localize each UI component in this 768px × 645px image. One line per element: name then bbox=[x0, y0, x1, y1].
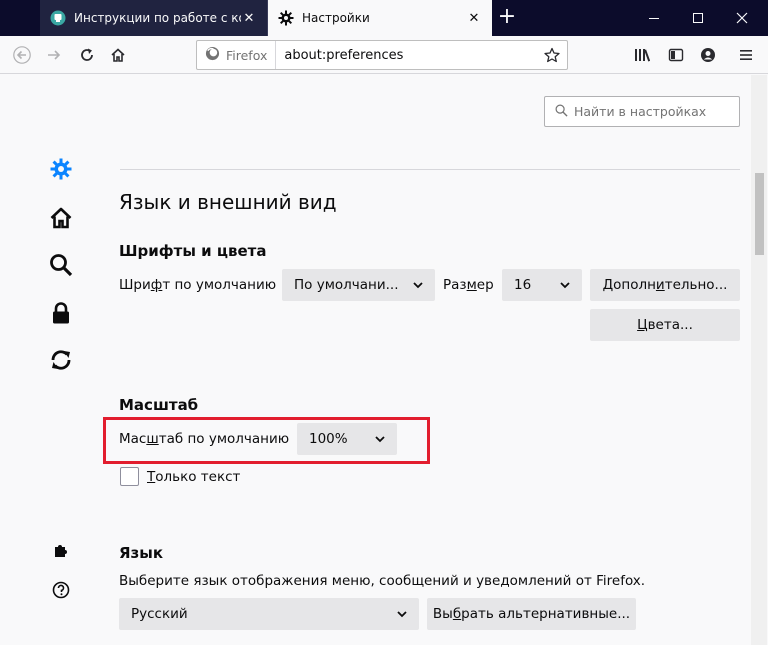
label-part: Мас bbox=[119, 431, 147, 447]
label-accel: ш bbox=[146, 431, 159, 447]
tab-instructions[interactable]: Инструкции по работе с комп ✕ bbox=[40, 0, 268, 36]
tab-close-icon[interactable]: ✕ bbox=[466, 10, 482, 26]
label-part: Шри bbox=[119, 277, 151, 293]
text-only-checkbox[interactable] bbox=[120, 467, 139, 486]
minimize-icon[interactable] bbox=[632, 0, 676, 36]
button-part: Дополн bbox=[602, 277, 656, 293]
magnifier-icon[interactable] bbox=[47, 251, 75, 279]
default-font-value: По умолчани... bbox=[294, 277, 399, 293]
default-font-select[interactable]: По умолчани... bbox=[282, 269, 435, 301]
label-part: таб по умолчанию bbox=[158, 431, 290, 447]
tab-title: Инструкции по работе с комп bbox=[74, 11, 241, 25]
button-accel: и bbox=[655, 277, 665, 293]
site-favicon-icon bbox=[50, 10, 66, 26]
gear-icon bbox=[278, 10, 294, 26]
font-size-value: 16 bbox=[514, 277, 532, 293]
gear-icon[interactable] bbox=[47, 155, 75, 183]
home-icon[interactable] bbox=[47, 204, 75, 232]
button-part: вета... bbox=[647, 317, 693, 333]
vertical-scrollbar[interactable] bbox=[751, 75, 767, 645]
label-part: ер bbox=[476, 277, 494, 293]
colors-button[interactable]: Цвета... bbox=[590, 309, 740, 341]
label-accel: ф bbox=[150, 277, 163, 293]
button-accel: Ц bbox=[637, 317, 648, 333]
tab-title: Настройки bbox=[302, 11, 370, 25]
language-value: Русский bbox=[131, 606, 188, 622]
button-part: тельно... bbox=[664, 277, 728, 293]
button-part: Вы bbox=[432, 606, 453, 622]
reload-icon[interactable] bbox=[73, 41, 101, 69]
nav-toolbar: Firefox about:preferences bbox=[0, 36, 768, 74]
chevron-down-icon bbox=[403, 279, 423, 292]
label-part: олько текст bbox=[155, 469, 241, 485]
tab-close-icon[interactable]: ✕ bbox=[241, 10, 257, 26]
text-only-label[interactable]: Только текст bbox=[147, 469, 240, 485]
help-icon[interactable] bbox=[47, 576, 75, 604]
section-title: Язык и внешний вид bbox=[119, 190, 337, 214]
label-part: т по умолчанию bbox=[162, 277, 277, 293]
label-accel: м bbox=[466, 277, 477, 293]
preferences-content: Найти в настройках Язык и внешний вид Шр… bbox=[0, 75, 768, 645]
language-description: Выберите язык отображения меню, сообщени… bbox=[119, 573, 646, 589]
font-size-select[interactable]: 16 bbox=[502, 269, 582, 301]
puzzle-icon[interactable] bbox=[47, 537, 75, 565]
search-input[interactable]: Найти в настройках bbox=[544, 96, 740, 127]
sync-icon[interactable] bbox=[47, 346, 75, 374]
maximize-icon[interactable] bbox=[676, 0, 720, 36]
lock-icon[interactable] bbox=[47, 299, 75, 327]
language-heading: Язык bbox=[119, 544, 164, 562]
forward-arrow-icon[interactable] bbox=[40, 41, 68, 69]
sidebar-icon[interactable] bbox=[662, 41, 690, 69]
language-select[interactable]: Русский bbox=[119, 598, 419, 630]
new-tab-plus-icon[interactable]: + bbox=[494, 6, 520, 30]
search-placeholder: Найти в настройках bbox=[574, 104, 707, 119]
fonts-heading: Шрифты и цвета bbox=[119, 242, 267, 260]
hamburger-menu-icon[interactable] bbox=[732, 41, 760, 69]
firefox-icon bbox=[205, 46, 220, 64]
identity-label: Firefox bbox=[226, 47, 268, 63]
url-bar[interactable]: Firefox about:preferences bbox=[196, 40, 568, 70]
advanced-fonts-button[interactable]: Дополн и тельно... bbox=[590, 269, 740, 301]
section-divider bbox=[120, 169, 740, 170]
magnifier-icon bbox=[555, 104, 568, 120]
chevron-down-icon bbox=[550, 279, 570, 292]
default-zoom-select[interactable]: 100% bbox=[297, 423, 397, 455]
url-text[interactable]: about:preferences bbox=[276, 48, 540, 63]
label-accel: Т bbox=[147, 469, 156, 485]
back-arrow-icon[interactable] bbox=[8, 41, 36, 69]
default-font-label: Шрифт по умолчанию bbox=[119, 277, 276, 293]
chevron-down-icon bbox=[387, 608, 407, 621]
bookmark-star-icon[interactable] bbox=[540, 43, 564, 67]
scrollbar-thumb[interactable] bbox=[755, 173, 764, 255]
zoom-heading: Масштаб bbox=[119, 396, 199, 414]
label-part: Раз bbox=[443, 277, 467, 293]
font-size-label: Размер bbox=[443, 277, 494, 293]
choose-alternatives-button[interactable]: Вы б рать альтернативные... bbox=[427, 598, 636, 630]
tab-settings[interactable]: Настройки ✕ bbox=[268, 0, 492, 36]
window-close-icon[interactable] bbox=[720, 0, 764, 36]
button-accel: б bbox=[452, 606, 462, 622]
title-bar: Инструкции по работе с комп ✕ Настройки … bbox=[0, 0, 768, 36]
home-icon[interactable] bbox=[104, 41, 132, 69]
identity-box[interactable]: Firefox bbox=[197, 41, 277, 69]
account-icon[interactable] bbox=[694, 41, 722, 69]
chevron-down-icon bbox=[365, 433, 385, 446]
library-icon[interactable] bbox=[628, 41, 656, 69]
button-part: рать альтернативные... bbox=[461, 606, 631, 622]
default-zoom-value: 100% bbox=[309, 431, 348, 447]
default-zoom-label: Масштаб по умолчанию bbox=[119, 431, 289, 447]
